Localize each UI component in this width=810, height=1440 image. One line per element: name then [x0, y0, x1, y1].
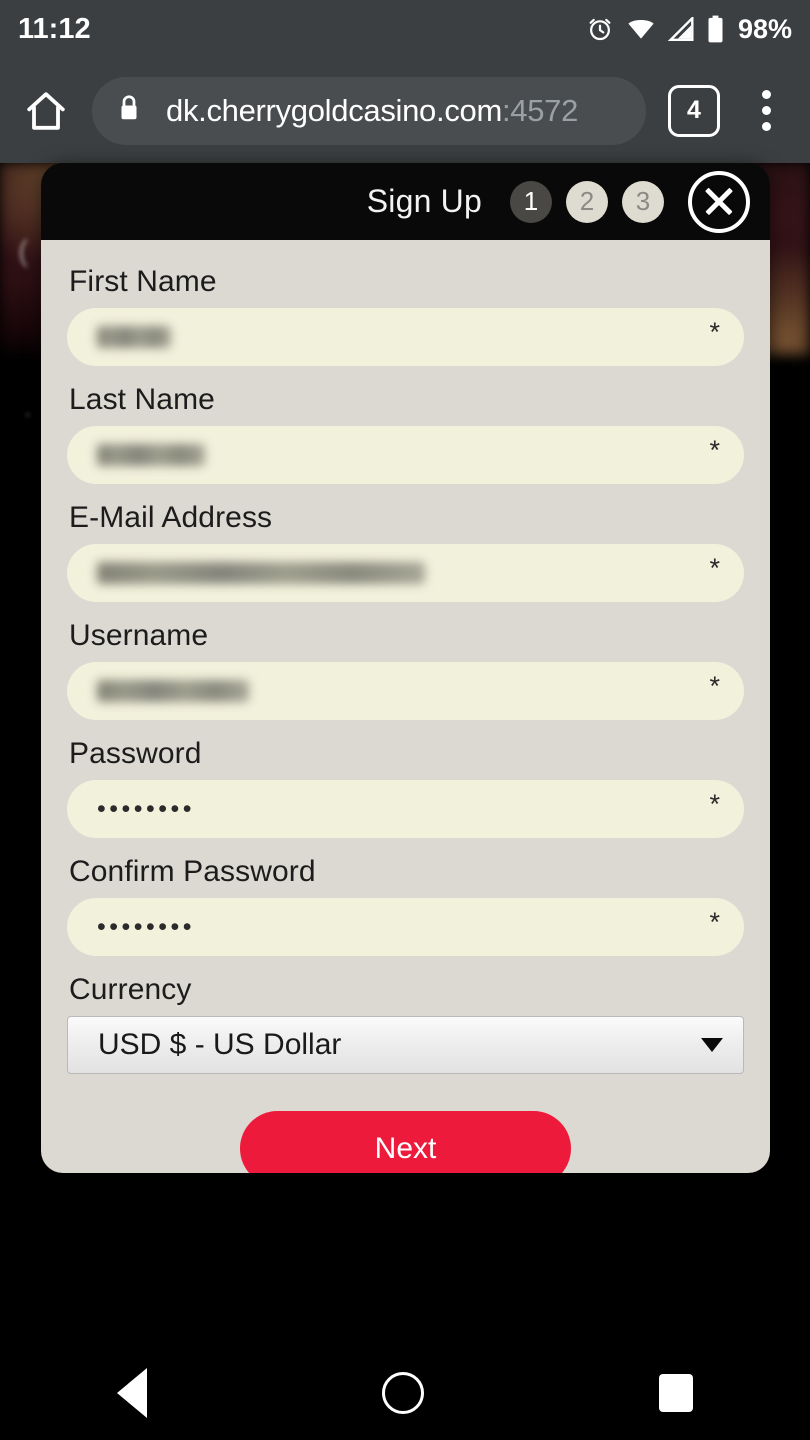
redacted-value [97, 562, 425, 584]
required-marker: * [709, 671, 720, 701]
email-input[interactable]: * [67, 544, 744, 602]
step-indicator: 1 2 3 [510, 180, 664, 223]
password-input[interactable]: •••••••• * [67, 780, 744, 838]
status-icons: 98% [586, 14, 792, 45]
next-button[interactable]: Next [240, 1111, 571, 1173]
background-glyph: · [24, 401, 32, 426]
last-name-input[interactable]: * [67, 426, 744, 484]
url-bar[interactable]: dk.cherrygoldcasino.com:4572 [92, 76, 646, 145]
status-clock: 11:12 [18, 12, 91, 45]
step-2[interactable]: 2 [566, 180, 608, 223]
battery-percent: 98% [737, 13, 792, 44]
first-name-input[interactable]: * [67, 308, 744, 366]
redacted-value [97, 680, 249, 702]
field-email: E-Mail Address * [67, 501, 744, 602]
cellular-signal-icon [667, 17, 694, 41]
username-input[interactable]: * [67, 662, 744, 720]
step-1[interactable]: 1 [510, 180, 552, 223]
home-icon [27, 91, 65, 130]
form-actions: Next [67, 1111, 744, 1173]
url-port: :4572 [501, 92, 579, 128]
redacted-value [97, 444, 205, 466]
url-text: dk.cherrygoldcasino.com:4572 [166, 93, 578, 129]
redacted-value [97, 326, 171, 348]
signup-modal: Sign Up 1 2 3 First Name * Last Name * E… [41, 163, 770, 1173]
signup-form: First Name * Last Name * E-Mail Address … [41, 240, 770, 1173]
currency-select[interactable]: USD $ - US Dollar [67, 1016, 744, 1074]
alarm-icon [589, 18, 611, 41]
field-username: Username * [67, 619, 744, 720]
back-triangle-icon[interactable] [117, 1367, 148, 1418]
field-label: Currency [69, 973, 192, 1006]
home-circle-icon[interactable] [381, 1371, 424, 1414]
field-currency: Currency USD $ - US Dollar [67, 973, 744, 1074]
kebab-dot [761, 90, 771, 99]
battery-icon [708, 15, 723, 43]
required-marker: * [709, 553, 720, 583]
android-nav-bar [0, 1345, 810, 1440]
field-label: E-Mail Address [69, 501, 273, 534]
field-confirm-password: Confirm Password •••••••• * [67, 855, 744, 956]
recents-square-icon[interactable] [658, 1373, 693, 1412]
lock-icon [116, 93, 142, 128]
kebab-dot [761, 106, 771, 115]
field-label: Confirm Password [69, 855, 316, 888]
field-label: Username [69, 619, 209, 652]
field-first-name: First Name * [67, 265, 744, 366]
url-host: dk.cherrygoldcasino.com [166, 92, 502, 128]
confirm-password-input[interactable]: •••••••• * [67, 898, 744, 956]
modal-title: Sign Up [366, 183, 482, 219]
required-marker: * [709, 907, 720, 937]
tab-counter-button[interactable]: 4 [668, 84, 720, 137]
chevron-down-icon [701, 1038, 723, 1052]
background-glyph: ( [18, 235, 28, 268]
close-icon[interactable] [688, 170, 750, 233]
required-marker: * [709, 435, 720, 465]
modal-header: Sign Up 1 2 3 [41, 163, 770, 240]
password-value: •••••••• [97, 794, 196, 823]
kebab-dot [761, 122, 771, 131]
field-label: Last Name [69, 383, 215, 416]
kebab-menu-icon[interactable] [742, 90, 790, 131]
field-last-name: Last Name * [67, 383, 744, 484]
field-label: Password [69, 737, 202, 770]
field-label: First Name [69, 265, 217, 298]
field-password: Password •••••••• * [67, 737, 744, 838]
required-marker: * [709, 789, 720, 819]
android-status-bar: 11:12 98% [0, 0, 810, 58]
currency-selected-value: USD $ - US Dollar [98, 1028, 342, 1061]
home-button[interactable] [0, 87, 92, 135]
wifi-icon [628, 20, 654, 39]
password-value: •••••••• [97, 912, 196, 941]
step-3[interactable]: 3 [622, 180, 664, 223]
required-marker: * [709, 317, 720, 347]
browser-toolbar: dk.cherrygoldcasino.com:4572 4 [0, 58, 810, 163]
